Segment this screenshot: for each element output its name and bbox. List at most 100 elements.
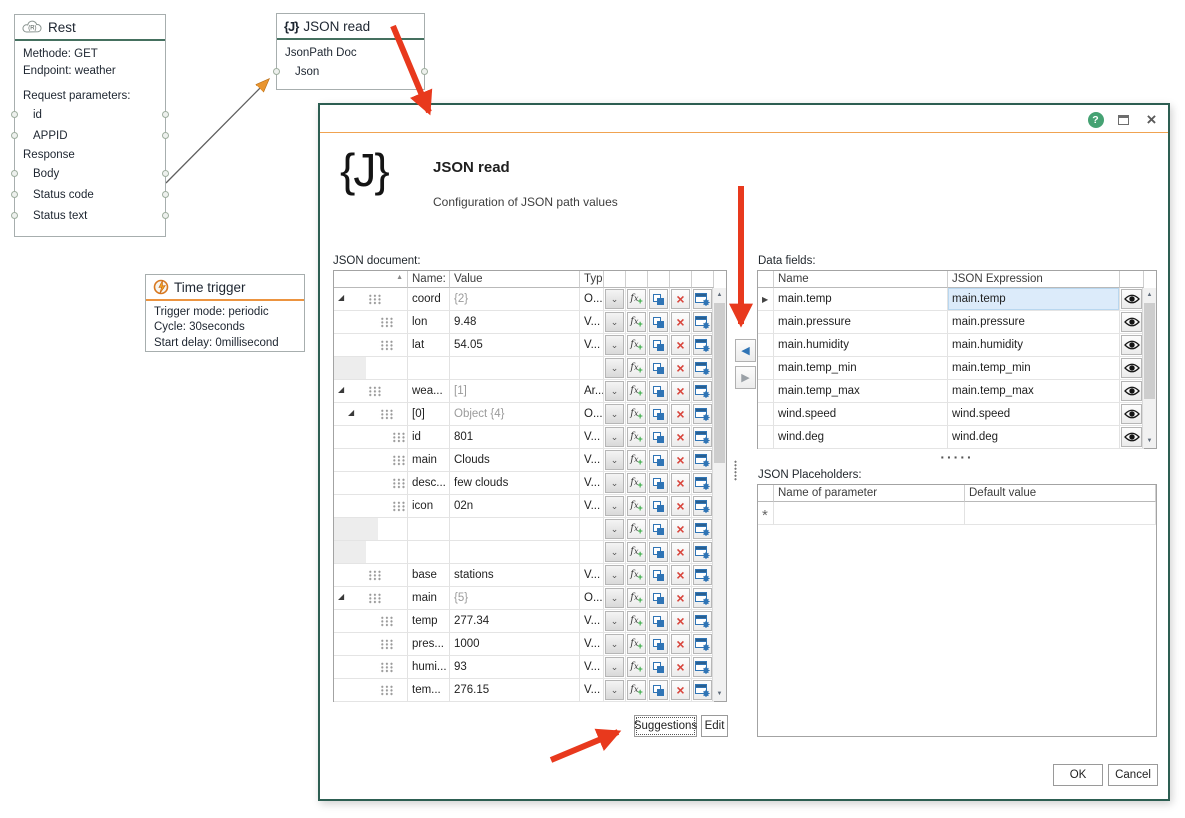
pane-splitter-handle[interactable]: [734, 460, 737, 481]
json-doc-type-cell[interactable]: [580, 541, 604, 564]
window-settings-button[interactable]: [693, 358, 712, 378]
new-row-selector-cell[interactable]: *: [758, 502, 774, 525]
json-doc-type-cell[interactable]: [580, 357, 604, 380]
json-doc-tree-cell[interactable]: [334, 656, 408, 679]
json-doc-name-cell[interactable]: temp: [408, 610, 450, 633]
delete-button[interactable]: ×: [671, 381, 690, 401]
preview-eye-button[interactable]: [1121, 358, 1142, 378]
copy-button[interactable]: [649, 519, 668, 539]
json-doc-value-cell[interactable]: Object {4}: [450, 403, 580, 426]
placeholder-name-cell[interactable]: [774, 502, 965, 525]
formula-add-button[interactable]: fx+: [627, 450, 646, 470]
formula-add-button[interactable]: fx+: [627, 289, 646, 309]
edit-button[interactable]: Edit: [701, 715, 728, 737]
move-left-button[interactable]: ◀: [735, 339, 756, 362]
scroll-up-icon[interactable]: ▲: [713, 288, 726, 302]
json-doc-tree-cell[interactable]: [334, 334, 408, 357]
rest-node-input-port[interactable]: [11, 170, 18, 177]
json-doc-type-cell[interactable]: V...: [580, 334, 604, 357]
data-field-expression-cell[interactable]: wind.deg: [948, 426, 1120, 449]
copy-button[interactable]: [649, 634, 668, 654]
rest-node-output-port[interactable]: [162, 132, 169, 139]
json-doc-type-cell[interactable]: V...: [580, 656, 604, 679]
window-settings-button[interactable]: [693, 565, 712, 585]
window-settings-button[interactable]: [693, 496, 712, 516]
formula-add-button[interactable]: fx+: [627, 358, 646, 378]
delete-button[interactable]: ×: [671, 565, 690, 585]
delete-button[interactable]: ×: [671, 657, 690, 677]
delete-button[interactable]: ×: [671, 358, 690, 378]
column-header-json-expression[interactable]: JSON Expression: [948, 271, 1120, 288]
formula-add-button[interactable]: fx+: [627, 588, 646, 608]
type-dropdown-button[interactable]: ⌄: [605, 404, 624, 424]
row-drag-handle-icon[interactable]: [367, 593, 382, 604]
row-drag-handle-icon[interactable]: [367, 570, 382, 581]
placeholder-default-cell[interactable]: [965, 502, 1156, 525]
preview-eye-button[interactable]: [1121, 381, 1142, 401]
delete-button[interactable]: ×: [671, 611, 690, 631]
type-dropdown-button[interactable]: ⌄: [605, 381, 624, 401]
window-settings-button[interactable]: [693, 657, 712, 677]
data-field-expression-cell[interactable]: main.pressure: [948, 311, 1120, 334]
window-settings-button[interactable]: [693, 611, 712, 631]
type-dropdown-button[interactable]: ⌄: [605, 312, 624, 332]
type-dropdown-button[interactable]: ⌄: [605, 496, 624, 516]
json-doc-tree-cell[interactable]: ◢: [334, 587, 408, 610]
row-drag-handle-icon[interactable]: [391, 455, 406, 466]
formula-add-button[interactable]: fx+: [627, 611, 646, 631]
json-doc-value-cell[interactable]: 276.15: [450, 679, 580, 702]
copy-button[interactable]: [649, 289, 668, 309]
type-dropdown-button[interactable]: ⌄: [605, 680, 624, 700]
json-doc-name-cell[interactable]: wea...: [408, 380, 450, 403]
delete-button[interactable]: ×: [671, 289, 690, 309]
json-doc-value-cell[interactable]: {2}: [450, 288, 580, 311]
formula-add-button[interactable]: fx+: [627, 404, 646, 424]
json-doc-type-cell[interactable]: V...: [580, 495, 604, 518]
json-doc-tree-column-header[interactable]: ▲: [334, 271, 408, 288]
json-doc-type-cell[interactable]: V...: [580, 311, 604, 334]
json-doc-value-cell[interactable]: [450, 518, 580, 541]
window-settings-button[interactable]: [693, 450, 712, 470]
json-doc-name-cell[interactable]: humi...: [408, 656, 450, 679]
data-field-expression-cell[interactable]: wind.speed: [948, 403, 1120, 426]
row-drag-handle-icon[interactable]: [379, 317, 394, 328]
delete-button[interactable]: ×: [671, 519, 690, 539]
copy-button[interactable]: [649, 680, 668, 700]
copy-button[interactable]: [649, 312, 668, 332]
json-doc-type-cell[interactable]: V...: [580, 426, 604, 449]
copy-button[interactable]: [649, 588, 668, 608]
window-settings-button[interactable]: [693, 519, 712, 539]
json-read-node-input-port[interactable]: [273, 68, 280, 75]
cancel-button[interactable]: Cancel: [1108, 764, 1158, 786]
json-doc-tree-cell[interactable]: [334, 541, 408, 564]
row-drag-handle-icon[interactable]: [367, 386, 382, 397]
data-field-expression-cell[interactable]: main.temp: [948, 288, 1120, 311]
type-dropdown-button[interactable]: ⌄: [605, 657, 624, 677]
json-doc-tree-cell[interactable]: ◢: [334, 403, 408, 426]
type-dropdown-button[interactable]: ⌄: [605, 358, 624, 378]
close-button[interactable]: ×: [1143, 111, 1160, 128]
json-doc-tree-cell[interactable]: [334, 679, 408, 702]
type-dropdown-button[interactable]: ⌄: [605, 335, 624, 355]
copy-button[interactable]: [649, 611, 668, 631]
data-fields-resize-handle[interactable]: ·····: [757, 449, 1157, 465]
json-doc-type-cell[interactable]: V...: [580, 472, 604, 495]
copy-button[interactable]: [649, 381, 668, 401]
json-doc-tree-cell[interactable]: [334, 518, 408, 541]
json-doc-name-cell[interactable]: pres...: [408, 633, 450, 656]
rest-node-output-port[interactable]: [162, 191, 169, 198]
ok-button[interactable]: OK: [1053, 764, 1103, 786]
rest-node-input-port[interactable]: [11, 212, 18, 219]
json-doc-value-cell[interactable]: {5}: [450, 587, 580, 610]
json-doc-name-cell[interactable]: [0]: [408, 403, 450, 426]
delete-button[interactable]: ×: [671, 427, 690, 447]
json-doc-tree-cell[interactable]: [334, 449, 408, 472]
json-doc-type-cell[interactable]: V...: [580, 610, 604, 633]
json-doc-tree-cell[interactable]: [334, 633, 408, 656]
row-drag-handle-icon[interactable]: [391, 432, 406, 443]
json-doc-name-cell[interactable]: [408, 518, 450, 541]
data-field-name-cell[interactable]: wind.speed: [774, 403, 948, 426]
formula-add-button[interactable]: fx+: [627, 473, 646, 493]
preview-eye-button[interactable]: [1121, 289, 1142, 309]
scroll-up-icon[interactable]: ▲: [1143, 288, 1156, 302]
